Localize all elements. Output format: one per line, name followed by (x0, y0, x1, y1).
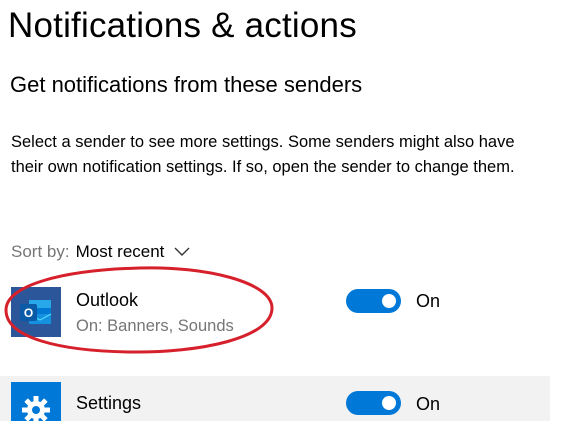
page-title: Notifications & actions (8, 6, 357, 45)
section-description: Select a sender to see more settings. So… (11, 133, 515, 176)
sender-row-settings[interactable]: Settings On (0, 376, 550, 421)
settings-notifications-toggle[interactable] (346, 391, 401, 415)
sender-name: Settings (76, 393, 142, 413)
toggle-knob (382, 396, 396, 410)
toggle-knob (382, 294, 396, 308)
section-title: Get notifications from these senders (10, 72, 363, 97)
sender-name: Outlook (76, 290, 139, 310)
settings-app-icon (11, 382, 61, 421)
outlook-app-icon: O (11, 287, 61, 337)
toggle-state-label: On (416, 394, 441, 414)
toggle-state-label: On (416, 291, 441, 311)
chevron-down-icon[interactable] (174, 247, 190, 257)
sender-detail: On: Banners, Sounds (76, 317, 234, 335)
sender-row-outlook[interactable]: O Outlook On: Banners, Sounds On (0, 274, 550, 337)
settings-page: Notifications & actions Get notification… (0, 0, 567, 421)
sort-label: Sort by: (11, 242, 70, 261)
gear-icon (11, 382, 61, 421)
sort-dropdown-value[interactable]: Most recent (76, 242, 165, 262)
sort-control[interactable]: Sort by: Most recent (11, 242, 190, 262)
outlook-notifications-toggle[interactable] (346, 289, 401, 313)
svg-text:O: O (24, 306, 33, 320)
